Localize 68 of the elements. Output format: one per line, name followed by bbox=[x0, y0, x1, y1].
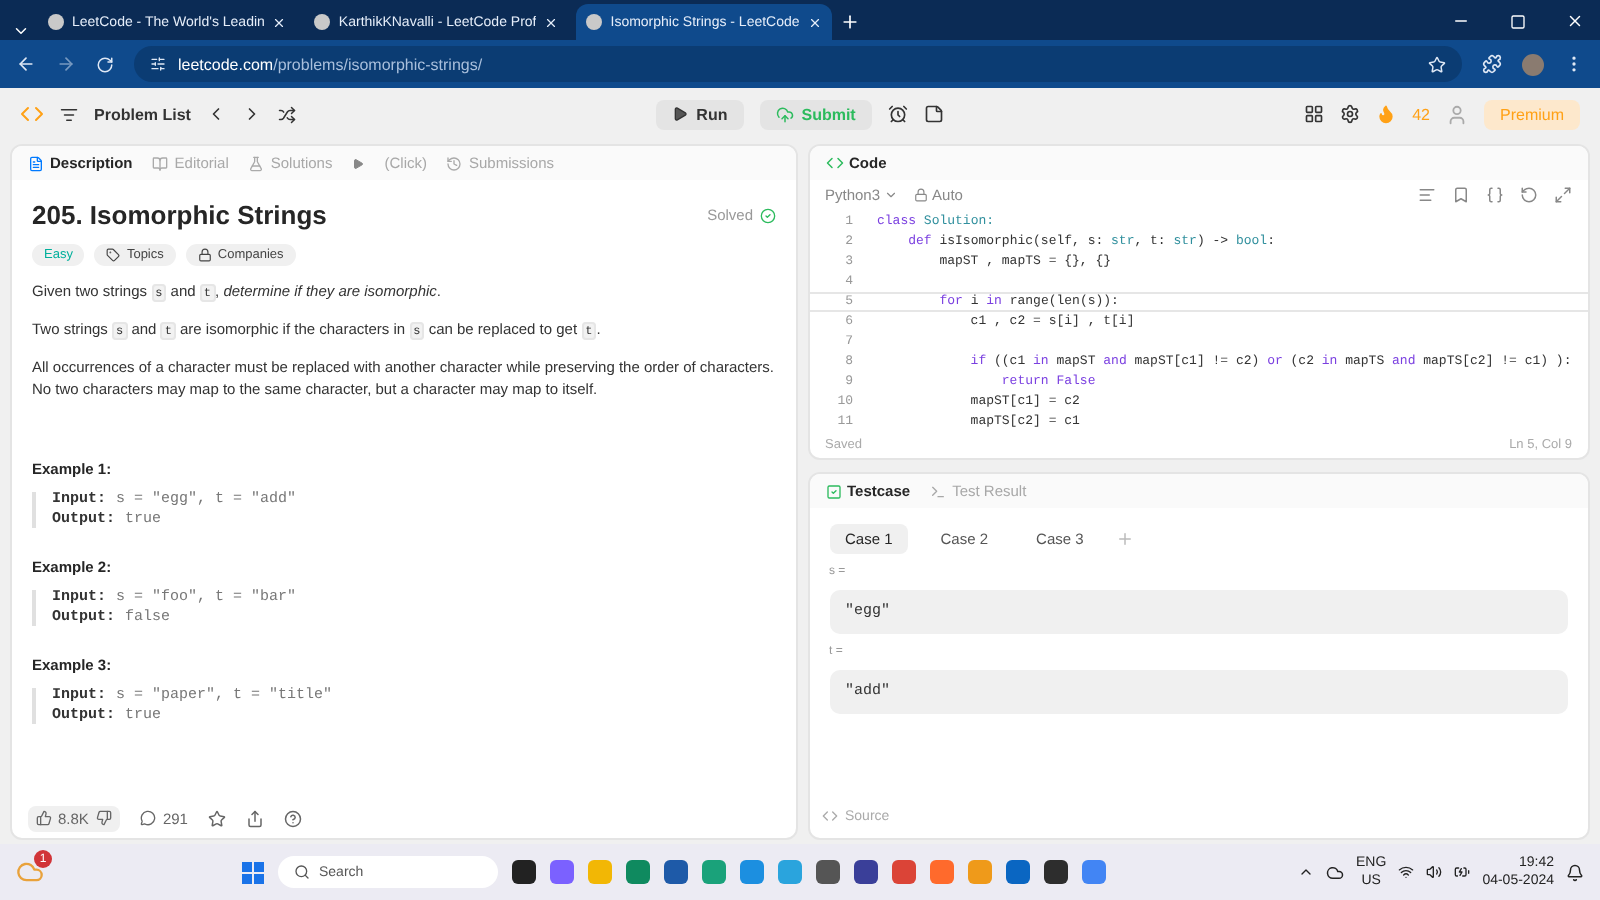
check-icon bbox=[759, 207, 775, 223]
history-icon bbox=[446, 155, 463, 171]
forward-icon[interactable] bbox=[56, 54, 76, 74]
close-icon[interactable] bbox=[807, 15, 822, 29]
streak-count: 42 bbox=[1412, 105, 1430, 123]
app-icon[interactable] bbox=[853, 860, 877, 884]
play-icon bbox=[352, 157, 365, 169]
battery-icon[interactable] bbox=[1454, 864, 1471, 880]
braces-icon[interactable] bbox=[1486, 185, 1504, 203]
chevron-down-icon bbox=[884, 187, 899, 201]
cloud-icon bbox=[16, 858, 44, 886]
app-icon[interactable] bbox=[1043, 860, 1067, 884]
terminal-icon bbox=[930, 483, 947, 499]
star-icon[interactable] bbox=[207, 809, 226, 827]
play-icon bbox=[672, 106, 689, 122]
code-icon bbox=[825, 154, 843, 172]
reset-icon[interactable] bbox=[1520, 185, 1538, 203]
search-icon bbox=[293, 864, 309, 880]
code-icon bbox=[821, 808, 837, 824]
close-icon[interactable] bbox=[272, 15, 287, 29]
wifi-icon[interactable] bbox=[1398, 864, 1415, 880]
cloud-icon[interactable] bbox=[1326, 863, 1345, 881]
thumbs-up-icon bbox=[36, 810, 52, 826]
app-icon[interactable] bbox=[815, 860, 839, 884]
tray-icon[interactable] bbox=[1298, 864, 1315, 880]
address-field[interactable]: leetcode.com/problems/isomorphic-strings/ bbox=[134, 46, 1462, 82]
run-button[interactable]: Run bbox=[656, 99, 744, 129]
grid-icon[interactable] bbox=[1304, 104, 1325, 124]
thumbs-down-icon[interactable] bbox=[96, 810, 113, 826]
comment-icon bbox=[140, 810, 157, 826]
checkbox-icon bbox=[825, 483, 841, 499]
back-icon[interactable] bbox=[16, 54, 36, 74]
settings-icon[interactable] bbox=[1340, 104, 1361, 124]
flame-icon bbox=[1376, 104, 1397, 124]
expand-icon[interactable] bbox=[1554, 185, 1572, 203]
share-icon[interactable] bbox=[245, 809, 264, 827]
favicon-icon bbox=[48, 14, 64, 30]
lock-icon bbox=[197, 248, 212, 262]
app-icon[interactable] bbox=[663, 860, 687, 884]
problem-list-link[interactable]: Problem List bbox=[94, 105, 191, 123]
bell-icon[interactable] bbox=[1566, 863, 1584, 881]
problem-title: 205. Isomorphic Strings bbox=[32, 200, 327, 230]
favicon-icon bbox=[586, 14, 603, 30]
cloud-upload-icon bbox=[775, 105, 794, 123]
tag-icon bbox=[106, 248, 121, 262]
format-icon[interactable] bbox=[1418, 185, 1436, 203]
bookmark-star-icon[interactable] bbox=[1428, 55, 1446, 73]
extensions-icon[interactable] bbox=[1482, 54, 1502, 74]
lock-icon bbox=[914, 187, 929, 201]
favicon-icon bbox=[314, 14, 331, 30]
bookmark-icon[interactable] bbox=[1452, 185, 1470, 203]
note-icon[interactable] bbox=[923, 104, 944, 124]
start-icon[interactable] bbox=[241, 861, 263, 883]
close-icon[interactable] bbox=[544, 15, 559, 29]
help-icon[interactable] bbox=[283, 809, 302, 827]
document-icon bbox=[28, 155, 44, 171]
timer-icon[interactable] bbox=[887, 104, 908, 124]
flask-icon bbox=[248, 155, 265, 171]
app-icon[interactable] bbox=[511, 860, 535, 884]
book-icon bbox=[152, 155, 169, 171]
reload-icon[interactable] bbox=[96, 55, 114, 73]
site-settings-icon[interactable] bbox=[150, 56, 166, 72]
tab-search-icon[interactable] bbox=[12, 22, 30, 40]
shuffle-icon[interactable] bbox=[278, 105, 297, 123]
new-tab-icon[interactable] bbox=[839, 12, 860, 32]
maximize-icon[interactable] bbox=[1510, 14, 1526, 30]
list-icon[interactable] bbox=[60, 105, 78, 123]
volume-icon[interactable] bbox=[1426, 864, 1443, 880]
